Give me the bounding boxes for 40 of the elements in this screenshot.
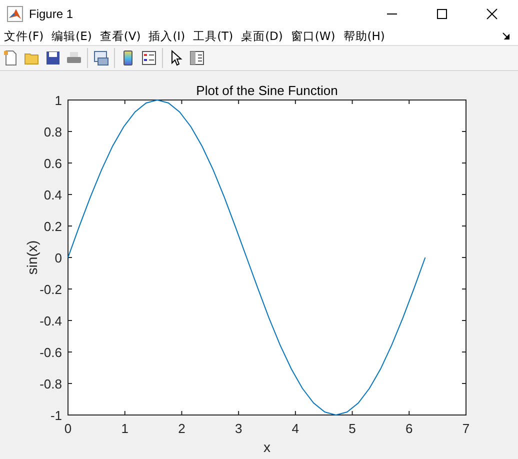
tick-label: 3 bbox=[234, 421, 242, 436]
property-panel-icon[interactable] bbox=[189, 50, 205, 66]
menu-item[interactable]: 编辑(E) bbox=[52, 28, 92, 44]
tick-label: -0.6 bbox=[40, 345, 62, 360]
tick-label: 0 bbox=[54, 250, 62, 266]
menu-item[interactable]: 窗口(W) bbox=[290, 28, 336, 44]
tick-label: 1 bbox=[121, 421, 128, 436]
y-axis-label: sin(x) bbox=[24, 240, 40, 275]
chart-title: Plot of the Sine Function bbox=[196, 83, 338, 98]
tick-label: 7 bbox=[462, 421, 470, 436]
tick-label: 4 bbox=[292, 421, 300, 436]
tick-label: 1 bbox=[54, 93, 62, 108]
tick-label: 0.6 bbox=[44, 156, 62, 171]
close-icon[interactable] bbox=[486, 8, 498, 20]
tick-label: 0.8 bbox=[44, 124, 62, 140]
tick-label: 0 bbox=[64, 421, 72, 436]
tick-label: -0.4 bbox=[40, 314, 62, 328]
new-file-icon[interactable] bbox=[3, 50, 19, 66]
menu-item[interactable]: 桌面(D) bbox=[241, 28, 283, 44]
tick-label: 5 bbox=[348, 421, 356, 436]
tick-label: 6 bbox=[406, 421, 413, 436]
dock-arrow-icon[interactable] bbox=[502, 32, 510, 40]
x-axis-label: x bbox=[264, 439, 270, 455]
maximize-icon[interactable] bbox=[436, 8, 448, 20]
tick-label: -0.2 bbox=[40, 282, 62, 297]
menu-item[interactable]: 查看(V) bbox=[100, 28, 141, 44]
menu-item[interactable]: 帮助(H) bbox=[343, 28, 385, 44]
window-title: Figure 1 bbox=[29, 6, 74, 21]
legend-icon[interactable] bbox=[141, 50, 157, 66]
tick-label: 0.4 bbox=[44, 188, 62, 202]
menu-item[interactable]: 插入(I) bbox=[148, 28, 186, 44]
save-icon[interactable] bbox=[45, 50, 61, 66]
tick-label: 2 bbox=[178, 421, 186, 436]
app-logo-icon bbox=[7, 6, 23, 22]
tick-label: 0.2 bbox=[44, 219, 62, 234]
menu-item[interactable]: 文件(F) bbox=[4, 28, 44, 44]
link-plot-icon[interactable] bbox=[93, 50, 109, 66]
menu-item[interactable]: 工具(T) bbox=[193, 28, 234, 44]
tick-label: -0.8 bbox=[40, 376, 62, 392]
tick-label: -1 bbox=[50, 408, 62, 423]
